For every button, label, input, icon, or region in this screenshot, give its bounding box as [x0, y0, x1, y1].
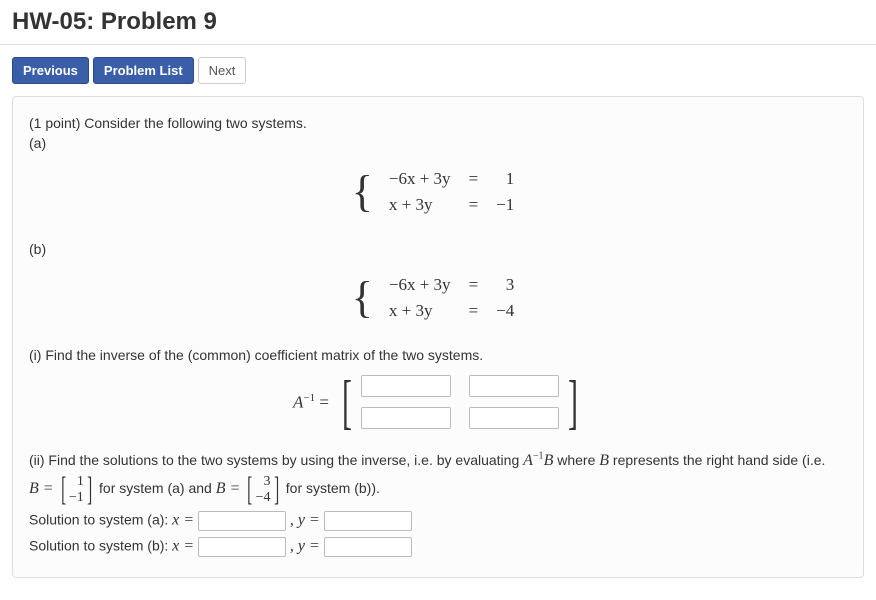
problem-body: (1 point) Consider the following two sys…	[12, 96, 864, 578]
ainv-entry-21[interactable]	[361, 407, 451, 429]
vector-b: [ 3 −4 ]	[244, 474, 282, 505]
problem-list-button[interactable]: Problem List	[93, 57, 194, 84]
x-eq-a: x =	[172, 511, 198, 528]
part-ii-suffix: represents the right hand side (i.e.	[609, 452, 825, 468]
a-inverse-label: A−1 =	[293, 392, 329, 413]
sys-b-row1-lhs: −6x + 3y	[381, 273, 459, 297]
solution-b-label: Solution to system (b):	[29, 537, 172, 553]
ainv-entry-11[interactable]	[361, 375, 451, 397]
sys-a-row2-eq: =	[461, 193, 487, 217]
part-ii-mid: where	[553, 452, 599, 468]
brace-icon: {	[352, 172, 373, 212]
part-ii-block: (ii) Find the solutions to the two syste…	[29, 447, 847, 505]
sys-b-row2-eq: =	[461, 299, 487, 323]
page-title: HW-05: Problem 9	[0, 0, 876, 45]
vector-a: [ 1 −1 ]	[58, 474, 96, 505]
sys-a-row1-lhs: −6x + 3y	[381, 167, 459, 191]
solution-a-x-input[interactable]	[198, 511, 286, 531]
sys-a-row2-lhs: x + 3y	[381, 193, 459, 217]
solution-a-label: Solution to system (a):	[29, 511, 172, 527]
b-eq-a: B =	[29, 480, 58, 497]
label-b: (b)	[29, 241, 847, 257]
b-symbol: B	[599, 452, 609, 469]
y-eq-b: , y =	[290, 537, 324, 554]
solution-b-x-input[interactable]	[198, 537, 286, 557]
system-b: { −6x + 3y = 3 x + 3y = −4	[29, 271, 847, 325]
sys-a-row1-rhs: 1	[488, 167, 522, 191]
b-eq-b: B =	[216, 480, 245, 497]
sys-b-row1-rhs: 3	[488, 273, 522, 297]
points-intro: (1 point) Consider the following two sys…	[29, 115, 847, 131]
sys-b-row1-eq: =	[461, 273, 487, 297]
for-system-a-text: for system (a) and	[99, 480, 216, 496]
label-a: (a)	[29, 135, 847, 151]
right-bracket-icon: ]	[568, 380, 578, 425]
sys-a-row2-rhs: −1	[488, 193, 522, 217]
system-a: { −6x + 3y = 1 x + 3y = −1	[29, 165, 847, 219]
previous-button[interactable]: Previous	[12, 57, 89, 84]
left-bracket-icon: [	[342, 380, 352, 425]
brace-icon: {	[352, 278, 373, 318]
sys-a-row1-eq: =	[461, 167, 487, 191]
y-eq-a: , y =	[290, 511, 324, 528]
solution-a-y-input[interactable]	[324, 511, 412, 531]
solution-a-row: Solution to system (a): x = , y =	[29, 511, 847, 531]
ainv-entry-22[interactable]	[469, 407, 559, 429]
sys-b-row2-rhs: −4	[488, 299, 522, 323]
next-button[interactable]: Next	[198, 57, 247, 84]
part-ii-prefix: (ii) Find the solutions to the two syste…	[29, 452, 523, 468]
ainv-entry-12[interactable]	[469, 375, 559, 397]
matrix-inverse-entry: A−1 = [ ]	[29, 375, 847, 429]
nav-buttons: Previous Problem List Next	[0, 45, 876, 96]
eval-expr: A−1B	[523, 452, 553, 469]
solution-b-row: Solution to system (b): x = , y =	[29, 537, 847, 557]
sys-b-row2-lhs: x + 3y	[381, 299, 459, 323]
x-eq-b: x =	[172, 537, 198, 554]
for-system-b-text: for system (b)).	[286, 480, 380, 496]
solution-b-y-input[interactable]	[324, 537, 412, 557]
part-i-instruction: (i) Find the inverse of the (common) coe…	[29, 347, 847, 363]
